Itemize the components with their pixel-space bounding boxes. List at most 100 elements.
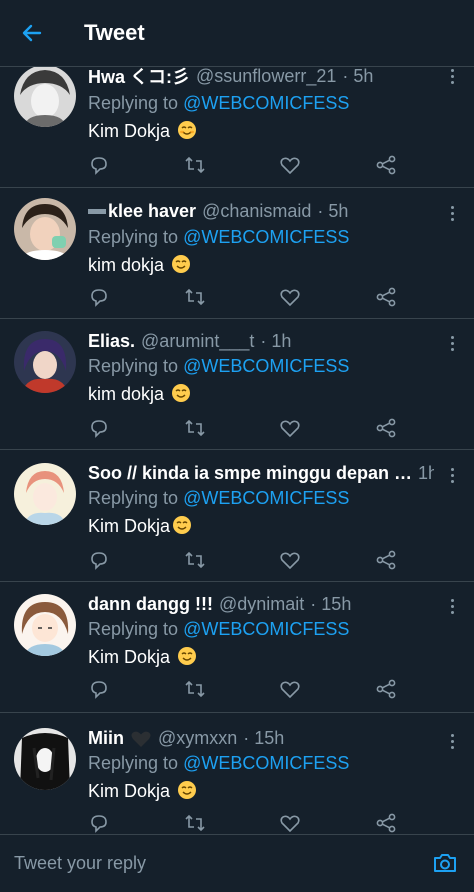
like-icon[interactable] xyxy=(279,549,301,571)
display-name[interactable]: Soo // kinda ia smpe minggu depan … xyxy=(88,463,412,484)
tweet-text: kim dokja xyxy=(88,383,191,405)
replying-to: Replying to @WEBCOMICFESS xyxy=(88,356,350,376)
smiling-emoji-icon xyxy=(178,647,197,665)
handle: @arumint___t xyxy=(141,331,255,351)
avatar[interactable] xyxy=(14,198,76,260)
action-bar xyxy=(88,678,408,700)
display-name[interactable]: Miin xyxy=(88,728,124,749)
timestamp: 1h xyxy=(418,463,434,483)
handle: @dynimait xyxy=(218,594,305,614)
timestamp: · 5h xyxy=(317,201,349,221)
mention-link[interactable]: @WEBCOMICFESS xyxy=(183,619,349,639)
tweet-header: Miin @xymxxn · 15h xyxy=(88,728,434,749)
tweet-text: Kim Dokja xyxy=(88,646,197,668)
more-icon[interactable] xyxy=(446,734,458,750)
reply-list[interactable]: Hwa くコ:彡 @ssunflowerr_21 · 5h Replying t… xyxy=(0,67,474,833)
share-icon[interactable] xyxy=(375,549,397,571)
reply-tweet[interactable]: dann dangg !!! @dynimait · 15h Replying … xyxy=(0,582,474,713)
share-icon[interactable] xyxy=(375,678,397,700)
action-bar xyxy=(88,417,408,439)
tweet-text: kim dokja xyxy=(88,254,191,276)
name-prefix-icon xyxy=(88,208,106,214)
avatar[interactable] xyxy=(14,463,76,525)
display-name[interactable]: klee haver xyxy=(108,201,196,222)
like-icon[interactable] xyxy=(279,154,301,176)
retweet-icon[interactable] xyxy=(184,286,206,308)
reply-tweet[interactable]: Elias. @arumint___t · 1h Replying to @WE… xyxy=(0,319,474,450)
replying-to: Replying to @WEBCOMICFESS xyxy=(88,93,350,113)
tweet-header: dann dangg !!! @dynimait · 15h xyxy=(88,594,434,615)
retweet-icon[interactable] xyxy=(184,549,206,571)
mention-link[interactable]: @WEBCOMICFESS xyxy=(183,227,349,247)
more-icon[interactable] xyxy=(446,69,458,85)
avatar[interactable] xyxy=(14,331,76,393)
display-name[interactable]: Elias. xyxy=(88,331,135,352)
timestamp: · 15h xyxy=(310,594,352,614)
tweet-text: Kim Dokja xyxy=(88,780,197,802)
handle: @chanismaid xyxy=(202,201,312,221)
reply-icon[interactable] xyxy=(88,154,110,176)
back-arrow-icon[interactable] xyxy=(20,21,44,45)
more-icon[interactable] xyxy=(446,468,458,484)
reply-icon[interactable] xyxy=(88,812,110,833)
replying-to: Replying to @WEBCOMICFESS xyxy=(88,753,350,773)
tweet-text: Kim Dokja xyxy=(88,515,192,537)
more-icon[interactable] xyxy=(446,206,458,222)
reply-tweet[interactable]: Miin @xymxxn · 15h Replying to @WEBCOMIC… xyxy=(0,714,474,833)
mention-link[interactable]: @WEBCOMICFESS xyxy=(183,753,349,773)
avatar[interactable] xyxy=(14,67,76,127)
display-name[interactable]: dann dangg !!! xyxy=(88,594,213,615)
mention-link[interactable]: @WEBCOMICFESS xyxy=(183,356,349,376)
like-icon[interactable] xyxy=(279,286,301,308)
mention-link[interactable]: @WEBCOMICFESS xyxy=(183,488,349,508)
retweet-icon[interactable] xyxy=(184,417,206,439)
display-name[interactable]: Hwa くコ:彡 xyxy=(88,67,190,89)
timestamp: · 5h xyxy=(342,67,374,86)
top-bar: Tweet xyxy=(0,0,474,67)
tweet-header: Elias. @arumint___t · 1h xyxy=(88,331,434,352)
smiling-emoji-icon xyxy=(173,516,192,534)
replying-to: Replying to @WEBCOMICFESS xyxy=(88,619,350,639)
reply-icon[interactable] xyxy=(88,678,110,700)
retweet-icon[interactable] xyxy=(184,678,206,700)
action-bar xyxy=(88,812,408,833)
reply-icon[interactable] xyxy=(88,549,110,571)
tweet-header: klee haver @chanismaid · 5h xyxy=(88,201,434,222)
smiling-emoji-icon xyxy=(178,121,197,139)
timestamp: · 1h xyxy=(260,331,292,351)
reply-tweet[interactable]: klee haver @chanismaid · 5h Replying to … xyxy=(0,188,474,319)
black-heart-icon xyxy=(131,731,151,747)
share-icon[interactable] xyxy=(375,417,397,439)
smiling-emoji-icon xyxy=(178,781,197,799)
timestamp: · 15h xyxy=(243,728,285,748)
reply-icon[interactable] xyxy=(88,286,110,308)
like-icon[interactable] xyxy=(279,678,301,700)
reply-icon[interactable] xyxy=(88,417,110,439)
action-bar xyxy=(88,154,408,176)
replying-to: Replying to @WEBCOMICFESS xyxy=(88,488,350,508)
reply-tweet[interactable]: Hwa くコ:彡 @ssunflowerr_21 · 5h Replying t… xyxy=(0,67,474,188)
like-icon[interactable] xyxy=(279,417,301,439)
mention-link[interactable]: @WEBCOMICFESS xyxy=(183,93,349,113)
avatar[interactable] xyxy=(14,594,76,656)
share-icon[interactable] xyxy=(375,286,397,308)
reply-composer: Tweet your reply xyxy=(0,834,474,892)
reply-tweet[interactable]: Soo // kinda ia smpe minggu depan … 1h R… xyxy=(0,451,474,582)
reply-input[interactable]: Tweet your reply xyxy=(14,853,146,874)
action-bar xyxy=(88,286,408,308)
avatar[interactable] xyxy=(14,728,76,790)
retweet-icon[interactable] xyxy=(184,154,206,176)
like-icon[interactable] xyxy=(279,812,301,833)
replying-to: Replying to @WEBCOMICFESS xyxy=(88,227,350,247)
camera-icon[interactable] xyxy=(432,851,458,875)
smiling-emoji-icon xyxy=(172,384,191,402)
share-icon[interactable] xyxy=(375,812,397,833)
smiling-emoji-icon xyxy=(172,255,191,273)
retweet-icon[interactable] xyxy=(184,812,206,833)
tweet-header: Hwa くコ:彡 @ssunflowerr_21 · 5h xyxy=(88,67,434,89)
action-bar xyxy=(88,549,408,571)
more-icon[interactable] xyxy=(446,599,458,615)
more-icon[interactable] xyxy=(446,336,458,352)
share-icon[interactable] xyxy=(375,154,397,176)
handle: @xymxxn xyxy=(158,728,238,748)
